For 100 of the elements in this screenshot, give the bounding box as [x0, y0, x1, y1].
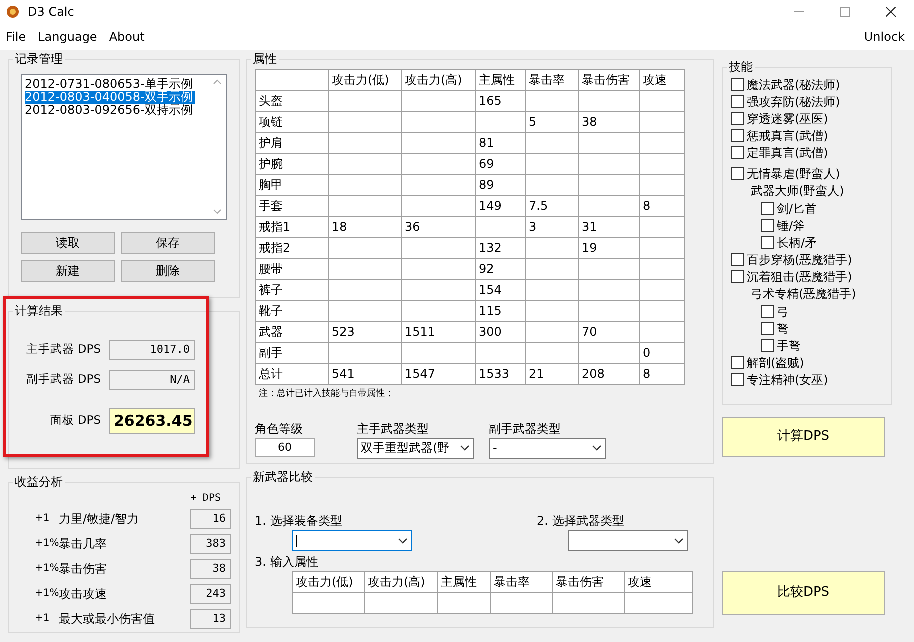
input-cell[interactable] [292, 592, 364, 614]
checkbox-label[interactable]: 沉着狙击(恶魔猎手) [747, 268, 852, 286]
input-cell[interactable] [552, 592, 624, 614]
table-cell[interactable]: 31 [578, 216, 640, 238]
gain-label: 暴击伤害 [59, 560, 107, 578]
checkbox-label[interactable]: 弩 [777, 320, 789, 338]
table-cell[interactable]: 8 [640, 364, 684, 384]
input-cell[interactable] [364, 592, 438, 614]
table-cell[interactable]: 541 [328, 364, 402, 384]
menu-item[interactable]: Language [38, 28, 98, 46]
table-cell[interactable]: 154 [476, 280, 526, 300]
checkbox-label[interactable]: 无情暴虐(野蛮人) [747, 164, 840, 182]
checkbox-label[interactable]: 手弩 [777, 336, 801, 354]
calculate-button[interactable]: 计算DPS [722, 417, 885, 457]
checkbox[interactable] [761, 322, 774, 335]
row-header: 戒指1 [256, 216, 328, 238]
checkbox[interactable] [731, 356, 744, 369]
table-cell[interactable]: 523 [328, 322, 402, 342]
menu-item[interactable]: About [109, 28, 145, 46]
group-label: 弓术专精(恶魔猎手) [751, 286, 856, 303]
checkbox-label[interactable]: 长柄/矛 [777, 234, 818, 252]
table-cell[interactable]: 132 [476, 238, 526, 258]
input-cell[interactable] [624, 592, 692, 614]
list-item[interactable]: 2012-0803-040058-双手示例 [25, 91, 195, 104]
checkbox-label[interactable]: 弓 [777, 302, 789, 320]
checkbox-label[interactable]: 锤/斧 [777, 216, 806, 234]
checkbox-label[interactable]: 解剖(盗贼) [747, 354, 804, 372]
checkbox-label[interactable]: 魔法武器(秘法师) [747, 76, 840, 94]
field-label: 主手武器类型 [357, 420, 429, 438]
table-cell[interactable]: 208 [578, 364, 640, 384]
column-header: 暴击率 [490, 572, 552, 592]
checkbox[interactable] [731, 270, 744, 283]
checkbox[interactable] [731, 112, 744, 125]
group-label: 武器大师(野蛮人) [751, 183, 844, 200]
column-header: 暴击伤害 [578, 70, 640, 90]
gain-label: 暴击几率 [59, 536, 107, 552]
checkbox[interactable] [761, 339, 774, 352]
checkbox[interactable] [761, 305, 774, 318]
checkbox-label[interactable]: 百步穿杨(恶魔猎手) [747, 250, 852, 268]
record-button[interactable]: 读取 [21, 232, 115, 254]
table-cell[interactable]: 92 [476, 258, 526, 280]
table-cell[interactable]: 18 [328, 216, 402, 238]
menu-item[interactable]: Unlock [864, 28, 905, 46]
table-cell[interactable]: 81 [476, 132, 526, 154]
table-cell[interactable]: 0 [640, 342, 684, 364]
table-cell[interactable]: 1547 [402, 364, 476, 384]
checkbox[interactable] [731, 167, 744, 180]
row-header: 胸甲 [256, 174, 328, 196]
checkbox[interactable] [731, 78, 744, 91]
checkbox[interactable] [761, 202, 774, 215]
table-cell[interactable]: 165 [476, 90, 526, 112]
table-cell[interactable]: 3 [526, 216, 578, 238]
checkbox-label[interactable]: 穿透迷雾(巫医) [747, 110, 828, 128]
table-cell[interactable]: 89 [476, 174, 526, 196]
compare-button[interactable]: 比较DPS [722, 571, 885, 615]
table-cell[interactable]: 5 [526, 112, 578, 132]
checkbox[interactable] [731, 95, 744, 108]
checkbox-label[interactable]: 强攻弃防(秘法师) [747, 92, 840, 110]
column-header: 攻击力(高) [402, 70, 476, 90]
table-cell[interactable]: 149 [476, 196, 526, 216]
checkbox[interactable] [731, 253, 744, 266]
equipment-select[interactable] [292, 530, 412, 551]
record-button[interactable]: 新建 [21, 260, 115, 282]
table-cell[interactable]: 38 [578, 112, 640, 132]
weapon-select[interactable]: - [489, 438, 606, 458]
checkbox-label[interactable]: 剑/匕首 [777, 200, 818, 218]
app-icon [6, 5, 20, 19]
table-cell[interactable]: 115 [476, 300, 526, 322]
checkbox-label[interactable]: 定罪真言(武僧) [747, 144, 828, 162]
table-cell[interactable]: 69 [476, 154, 526, 174]
record-button[interactable]: 删除 [121, 260, 215, 282]
weapon-select[interactable]: 双手重型武器(野 [357, 438, 474, 458]
checkbox[interactable] [761, 219, 774, 232]
checkbox[interactable] [731, 129, 744, 142]
list-item[interactable]: 2012-0803-092656-双持示例 [25, 104, 195, 117]
table-cell[interactable]: 8 [640, 196, 684, 216]
table-cell[interactable]: 36 [402, 216, 476, 238]
checkbox-label[interactable]: 惩戒真言(武僧) [747, 126, 828, 144]
table-cell[interactable]: 70 [578, 322, 640, 342]
input-cell[interactable] [438, 592, 490, 614]
value-field: 16 [190, 508, 231, 528]
record-list[interactable]: 2012-0731-080653-单手示例 2012-0803-040058-双手示例 2012-0803-092656-双持示例 [21, 74, 227, 220]
checkbox-label[interactable]: 专注精神(女巫) [747, 370, 828, 388]
column-header: 主属性 [438, 572, 490, 592]
table-cell[interactable]: 21 [526, 364, 578, 384]
table-cell[interactable]: 19 [578, 238, 640, 258]
input-cell[interactable] [490, 592, 552, 614]
menu-item[interactable]: File [6, 28, 26, 46]
record-button[interactable]: 保存 [121, 232, 215, 254]
checkbox[interactable] [761, 236, 774, 249]
table-cell[interactable]: 7.5 [526, 196, 578, 216]
checkbox[interactable] [731, 373, 744, 386]
weapon-select[interactable] [568, 530, 688, 551]
maximize-icon [840, 7, 850, 17]
table-cell[interactable]: 1511 [402, 322, 476, 342]
checkbox[interactable] [731, 146, 744, 159]
list-item[interactable]: 2012-0731-080653-单手示例 [25, 78, 195, 91]
table-cell[interactable]: 1533 [476, 364, 526, 384]
table-cell[interactable]: 300 [476, 322, 526, 342]
level-field[interactable]: 60 [255, 438, 315, 456]
